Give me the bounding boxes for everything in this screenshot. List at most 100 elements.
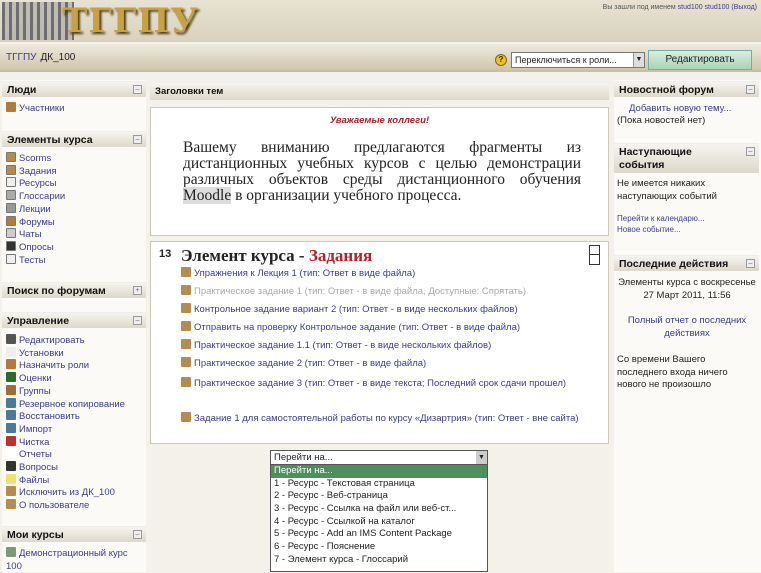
assignment-icon xyxy=(181,377,191,387)
admin-icon xyxy=(6,359,16,370)
no-events-text: Не имеется никаких наступающих событий xyxy=(617,178,717,202)
admin-link[interactable]: Установки xyxy=(6,346,64,359)
activity-label: Тесты xyxy=(19,254,46,266)
assignment-link[interactable]: Контрольное задание вариант 2 (тип: Отве… xyxy=(181,303,518,315)
admin-link[interactable]: Исключить из ДК_100 xyxy=(6,486,115,498)
admin-icon xyxy=(6,461,16,471)
admin-icon xyxy=(6,422,16,433)
jump-option[interactable]: 7 - Элемент курса - Глоссарий xyxy=(271,554,487,567)
jump-option[interactable]: 2 - Ресурс - Веб-страница xyxy=(271,490,487,503)
assignment-link[interactable]: Задание 1 для самостоятельной работы по … xyxy=(181,410,586,428)
jump-option[interactable]: 3 - Ресурс - Ссылка на файл или веб-ст..… xyxy=(271,503,487,516)
breadcrumb-course: ДК_100 xyxy=(40,52,76,63)
admin-label: Исключить из ДК_100 xyxy=(19,487,115,499)
site-logo[interactable]: ТГГПУ xyxy=(2,2,198,40)
admin-link[interactable]: Редактировать xyxy=(6,334,85,346)
course-link[interactable]: Демонстрационный курс 100 xyxy=(6,547,142,572)
calendar-link[interactable]: Перейти к календарю... xyxy=(617,213,705,224)
assignment-label: Практическое задание 1 (тип: Ответ - в в… xyxy=(194,286,527,297)
assignment-icon xyxy=(181,303,191,313)
activity-icon xyxy=(6,177,16,188)
assignment-label: Практическое задание 2 (тип: Ответ - в в… xyxy=(194,358,427,369)
activity-label: Лекции xyxy=(19,203,51,215)
user-link[interactable]: stud100 stud100 xyxy=(678,4,730,11)
assignment-link[interactable]: Практическое задание 3 (тип: Ответ - в в… xyxy=(181,375,586,393)
activity-link[interactable]: Тесты xyxy=(6,253,46,266)
add-topic-link[interactable]: Добавить новую тему... xyxy=(629,103,731,116)
assignment-label: Практическое задание 1.1 (тип: Ответ - в… xyxy=(194,340,492,351)
edit-button[interactable]: Редактировать xyxy=(648,50,752,70)
admin-link[interactable]: Резервное копирование xyxy=(6,397,125,410)
collapse-icon[interactable]: – xyxy=(133,85,142,94)
admin-icon xyxy=(6,473,16,484)
activity-link[interactable]: Лекции xyxy=(6,202,51,215)
activity-label: Опросы xyxy=(19,241,54,253)
recent-since-text: Элементы курса с воскресенье 27 Март 201… xyxy=(618,277,756,301)
activity-link[interactable]: Форумы xyxy=(6,215,55,228)
admin-link[interactable]: Назначить роли xyxy=(6,359,89,371)
activity-link[interactable]: Глоссарии xyxy=(6,190,65,202)
jump-to-select[interactable]: Перейти на... ▼ Перейти на... 1 - Ресурс -… xyxy=(270,450,488,572)
assignment-link[interactable]: Практическое задание 1 (тип: Ответ - в в… xyxy=(181,285,526,297)
admin-link[interactable]: О пользователе xyxy=(6,499,89,511)
section-13: 13 Элемент курса - Задания Упражнения к … xyxy=(150,241,609,444)
new-event-link[interactable]: Новое событие... xyxy=(617,224,681,235)
login-info: Вы зашли под именем stud100 stud100 (Вых… xyxy=(602,4,757,11)
jump-option[interactable]: 6 - Ресурс - Пояснение xyxy=(271,541,487,554)
admin-link[interactable]: Чистка xyxy=(6,435,50,448)
admin-link[interactable]: Импорт xyxy=(6,422,52,435)
block-admin-header: Управление – xyxy=(2,312,146,328)
jump-options-list: Перейти на... 1 - Ресурс - Текстовая стра… xyxy=(270,465,488,572)
help-icon[interactable]: ? xyxy=(495,54,507,66)
activity-link[interactable]: Чаты xyxy=(6,228,42,240)
activity-label: Форумы xyxy=(19,216,55,228)
full-report-link[interactable]: Полный отчет о последних действиях xyxy=(617,315,757,340)
assignment-label: Упражнения к Лекция 1 (тип: Ответ в виде… xyxy=(194,268,416,279)
activity-link[interactable]: Scorms xyxy=(6,152,51,164)
admin-link[interactable]: Файлы xyxy=(6,473,49,486)
admin-label: Отчеты xyxy=(19,449,52,461)
welcome-heading: Уважаемые коллеги! xyxy=(329,115,430,126)
participants-link[interactable]: Участники xyxy=(6,102,64,114)
activity-icon xyxy=(6,202,16,213)
admin-link[interactable]: Отчеты xyxy=(6,448,52,460)
activity-link[interactable]: Опросы xyxy=(6,240,54,253)
admin-link[interactable]: Восстановить xyxy=(6,410,80,422)
assignment-label: Задание 1 для самостоятельной работы по … xyxy=(194,413,579,424)
admin-link[interactable]: Оценки xyxy=(6,372,52,384)
block-activities-header: Элементы курса – xyxy=(2,131,146,147)
admin-link[interactable]: Вопросы xyxy=(6,461,58,473)
collapse-icon[interactable]: – xyxy=(746,85,755,94)
admin-icon xyxy=(6,397,16,408)
collapse-icon[interactable]: – xyxy=(133,316,142,325)
course-icon xyxy=(6,547,16,557)
collapse-icon[interactable]: – xyxy=(746,147,755,156)
collapse-icon[interactable]: – xyxy=(133,530,142,539)
jump-option[interactable]: 1 - Ресурс - Текстовая страница xyxy=(271,478,487,491)
assignment-link[interactable]: Упражнения к Лекция 1 (тип: Ответ в виде… xyxy=(181,267,415,279)
admin-label: Чистка xyxy=(19,436,50,448)
news-header: Новостной форум – xyxy=(614,81,759,97)
move-section-icon[interactable] xyxy=(589,245,600,265)
activity-link[interactable]: Ресурсы xyxy=(6,177,56,189)
assignment-link[interactable]: Практическое задание 1.1 (тип: Ответ - в… xyxy=(181,339,491,351)
assignment-icon xyxy=(181,357,191,367)
admin-label: Восстановить xyxy=(19,411,80,423)
jump-option[interactable]: 4 - Ресурс - Ссылкой на каталог xyxy=(271,516,487,529)
assignment-link[interactable]: Практическое задание 2 (тип: Ответ - в в… xyxy=(181,357,426,369)
jump-option[interactable]: Перейти на... xyxy=(271,465,487,478)
breadcrumb-home[interactable]: ТГГПУ xyxy=(6,52,36,63)
expand-icon[interactable]: + xyxy=(133,286,142,295)
logout-link[interactable]: (Выход) xyxy=(731,4,757,11)
assignment-link[interactable]: Отправить на проверку Контрольное задани… xyxy=(181,321,520,333)
collapse-icon[interactable]: – xyxy=(746,259,755,268)
admin-icon xyxy=(6,384,16,395)
admin-icon xyxy=(6,448,16,459)
admin-link[interactable]: Группы xyxy=(6,384,51,397)
admin-icon xyxy=(6,486,16,497)
collapse-icon[interactable]: – xyxy=(133,135,142,144)
jump-option[interactable]: 5 - Ресурс - Add an IMS Content Package xyxy=(271,528,487,541)
activity-link[interactable]: Задания xyxy=(6,164,57,177)
navbar: ТГГПУ ДК_100 ? Переключиться к роли... ▼ Р… xyxy=(0,44,761,72)
role-switch-select[interactable]: Переключиться к роли... ▼ xyxy=(511,52,645,68)
